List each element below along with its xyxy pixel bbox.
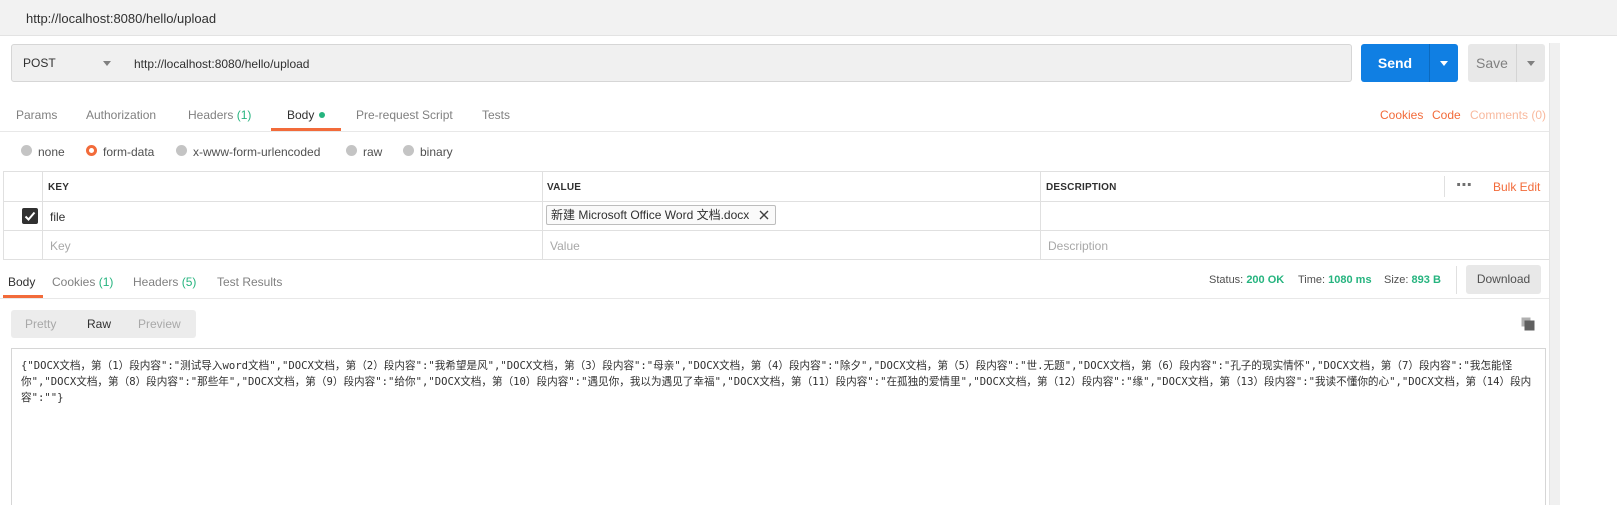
tab-label: Body	[8, 275, 36, 289]
tab-count: (5)	[181, 275, 197, 289]
tab-count: (1)	[98, 275, 114, 289]
radio-label: form-data	[103, 145, 155, 159]
view-pretty-button[interactable]: Pretty	[25, 317, 56, 331]
file-chip[interactable]: 新建 Microsoft Office Word 文档.docx	[546, 205, 777, 225]
tab-headers[interactable]: Headers (1)	[188, 108, 251, 122]
save-button[interactable]: Save	[1468, 44, 1516, 82]
checkmark-icon	[24, 211, 36, 221]
url-value: http://localhost:8080/hello/upload	[134, 57, 310, 71]
modified-dot-icon	[319, 112, 326, 118]
divider	[1444, 176, 1445, 197]
scrollbar[interactable]	[1549, 43, 1560, 505]
request-tab-title: http://localhost:8080/hello/upload	[26, 11, 217, 26]
time-readout: Time: 1080 ms	[1298, 274, 1372, 286]
response-tab-test-results[interactable]: Test Results	[217, 275, 282, 289]
code-link[interactable]: Code	[1432, 108, 1461, 122]
request-tab-title-bar[interactable]: http://localhost:8080/hello/upload	[0, 0, 1617, 36]
send-button[interactable]: Send	[1361, 44, 1429, 82]
tab-label: Cookies	[52, 275, 96, 289]
tab-label: Authorization	[86, 108, 157, 122]
tab-label: Headers	[133, 275, 179, 289]
time-label: Time:	[1298, 274, 1326, 286]
size-value: 893 B	[1411, 274, 1441, 286]
value-input[interactable]: Value	[550, 239, 580, 253]
status-value: 200 OK	[1246, 274, 1285, 286]
divider	[0, 131, 1560, 132]
close-icon[interactable]	[759, 210, 769, 220]
tab-label: Test Results	[217, 275, 283, 289]
column-header-description: DESCRIPTION	[1046, 182, 1117, 193]
view-raw-button[interactable]: Raw	[87, 317, 111, 331]
tab-tests[interactable]: Tests	[482, 108, 510, 122]
radio-icon	[346, 145, 357, 156]
view-mode-toggle: Pretty Raw Preview	[11, 310, 196, 338]
response-tab-body[interactable]: Body	[8, 275, 35, 289]
column-header-key: KEY	[48, 182, 70, 193]
key-cell[interactable]: file	[50, 210, 65, 224]
divider	[1040, 172, 1041, 260]
column-header-value: VALUE	[547, 182, 582, 193]
time-value: 1080 ms	[1328, 274, 1372, 286]
more-options-icon[interactable]: ⋯	[1456, 175, 1472, 195]
copy-icon[interactable]	[1521, 317, 1535, 331]
tab-params[interactable]: Params	[16, 108, 57, 122]
tab-label: Pre-request Script	[356, 108, 453, 122]
divider	[4, 201, 1556, 202]
url-input[interactable]: http://localhost:8080/hello/upload	[123, 44, 1352, 82]
response-tab-cookies[interactable]: Cookies (1)	[52, 275, 113, 289]
divider	[4, 230, 1556, 231]
divider	[42, 172, 43, 260]
comments-link[interactable]: Comments (0)	[1470, 108, 1546, 122]
status-label: Status:	[1209, 274, 1244, 286]
radio-selected-icon	[86, 145, 97, 156]
response-body-panel[interactable]: {"DOCX文档，第（1）段内容":"测试导入word文档","DOCX文档，第…	[11, 348, 1546, 505]
method-label: POST	[23, 56, 56, 70]
tab-authorization[interactable]: Authorization	[86, 108, 156, 122]
radio-label: raw	[363, 145, 383, 159]
cookies-link[interactable]: Cookies	[1380, 108, 1423, 122]
description-input[interactable]: Description	[1048, 239, 1108, 253]
bulk-edit-link[interactable]: Bulk Edit	[1493, 180, 1540, 194]
send-options-button[interactable]	[1429, 44, 1458, 82]
tab-body[interactable]: Body	[287, 108, 326, 122]
tab-pre-request-script[interactable]: Pre-request Script	[356, 108, 453, 122]
tab-label: Body	[287, 108, 315, 122]
tab-label: Headers	[188, 108, 234, 122]
save-options-button[interactable]	[1516, 44, 1545, 82]
response-body-text: {"DOCX文档，第（1）段内容":"测试导入word文档","DOCX文档，第…	[21, 360, 1532, 404]
download-button[interactable]: Download	[1466, 265, 1541, 294]
chevron-down-icon	[1440, 61, 1448, 66]
divider	[0, 298, 1560, 299]
radio-label: x-www-form-urlencoded	[193, 145, 321, 159]
method-select[interactable]: POST	[11, 44, 124, 82]
radio-label: none	[38, 145, 65, 159]
radio-icon	[176, 145, 187, 156]
radio-icon	[403, 145, 414, 156]
view-preview-button[interactable]: Preview	[138, 317, 181, 331]
key-input[interactable]: Key	[50, 239, 71, 253]
row-enabled-checkbox[interactable]	[22, 208, 38, 224]
chevron-down-icon	[1527, 61, 1535, 66]
size-readout: Size: 893 B	[1384, 274, 1441, 286]
chevron-down-icon	[103, 61, 111, 66]
status-readout: Status: 200 OK	[1209, 274, 1284, 286]
tab-label: Params	[16, 108, 58, 122]
radio-icon	[21, 145, 32, 156]
tab-label: Tests	[482, 108, 511, 122]
file-name: 新建 Microsoft Office Word 文档.docx	[551, 208, 750, 222]
radio-label: binary	[420, 145, 453, 159]
form-data-table: KEY VALUE DESCRIPTION ⋯ Bulk Edit file 新…	[3, 171, 1557, 260]
tab-count: (1)	[236, 108, 252, 122]
size-label: Size:	[1384, 274, 1409, 286]
response-tab-headers[interactable]: Headers (5)	[133, 275, 196, 289]
divider	[542, 172, 543, 260]
divider	[1456, 266, 1457, 294]
